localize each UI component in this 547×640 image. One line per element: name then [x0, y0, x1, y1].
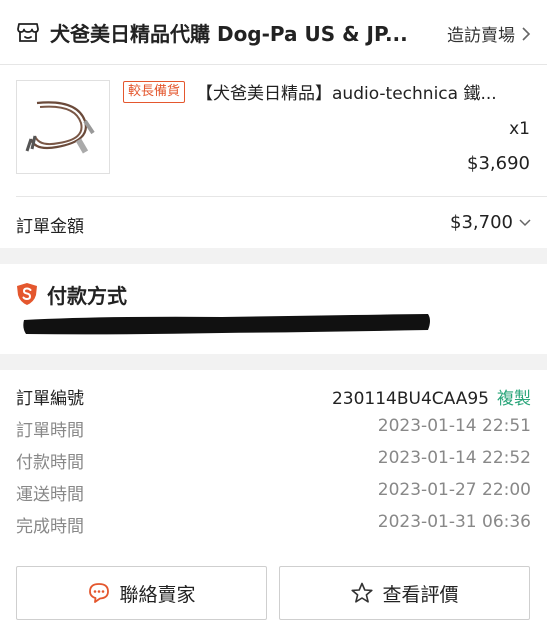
redacted-payment-details: [23, 314, 430, 335]
visit-shop-label: 造訪賣場: [447, 26, 515, 46]
contact-seller-button[interactable]: 聯絡賣家: [16, 566, 267, 620]
shipping-time-row: 運送時間 2023-01-27 22:00: [16, 480, 531, 508]
order-info-card: 訂單編號 230114BU4CAA95 複製 訂單時間 2023-01-14 22…: [0, 370, 547, 550]
visit-shop-link[interactable]: 造訪賣場: [447, 21, 531, 46]
product-price: $3,690: [467, 153, 530, 174]
info-label: 付款時間: [16, 453, 84, 473]
payment-method-card: 付款方式: [0, 264, 547, 354]
info-label: 完成時間: [16, 517, 84, 537]
cable-image: [25, 101, 95, 154]
order-number-label: 訂單編號: [16, 389, 84, 409]
chevron-down-icon: [519, 218, 531, 226]
shop-header[interactable]: 犬爸美日精品代購 Dog-Pa US & JP... 造訪賣場: [0, 0, 547, 64]
view-review-label: 查看評價: [382, 583, 459, 606]
order-total-label: 訂單金額: [16, 217, 84, 237]
chevron-right-icon: [522, 26, 531, 41]
info-label: 訂單時間: [16, 421, 84, 441]
product-thumbnail[interactable]: [16, 80, 110, 174]
order-time-row: 訂單時間 2023-01-14 22:51: [16, 416, 531, 444]
order-total-toggle[interactable]: $3,700: [450, 212, 531, 233]
order-number-row: 訂單編號 230114BU4CAA95 複製: [16, 384, 531, 412]
completion-time-row: 完成時間 2023-01-31 06:36: [16, 512, 531, 540]
order-total-value: $3,700: [450, 212, 513, 233]
info-value: 2023-01-14 22:51: [377, 416, 531, 436]
shield-icon: [17, 283, 37, 305]
store-icon: [17, 23, 39, 42]
copy-order-number-button[interactable]: 複製: [497, 389, 531, 409]
info-label: 運送時間: [16, 485, 84, 505]
shop-name[interactable]: 犬爸美日精品代購 Dog-Pa US & JP...: [50, 18, 408, 47]
contact-seller-label: 聯絡賣家: [119, 583, 196, 606]
divider: [16, 196, 547, 197]
divider: [0, 64, 547, 65]
backorder-badge: 較長備貨: [123, 81, 186, 103]
product-title[interactable]: 【犬爸美日精品】audio-technica 鐵...: [196, 79, 516, 104]
order-number: 230114BU4CAA95: [331, 389, 489, 409]
info-value: 2023-01-31 06:36: [377, 512, 531, 532]
order-item-card: 犬爸美日精品代購 Dog-Pa US & JP... 造訪賣場 較長備貨 【犬爸…: [0, 0, 547, 248]
payment-time-row: 付款時間 2023-01-14 22:52: [16, 448, 531, 476]
info-value: 2023-01-14 22:52: [377, 448, 531, 468]
view-review-button[interactable]: 查看評價: [279, 566, 530, 620]
action-bar: 聯絡賣家 查看評價: [0, 550, 547, 640]
payment-method-title: 付款方式: [47, 284, 127, 308]
chat-icon: [89, 583, 110, 603]
star-icon: [351, 582, 374, 603]
product-quantity: x1: [509, 119, 530, 139]
order-number-value: 230114BU4CAA95 複製: [332, 384, 531, 409]
info-value: 2023-01-27 22:00: [377, 480, 531, 500]
